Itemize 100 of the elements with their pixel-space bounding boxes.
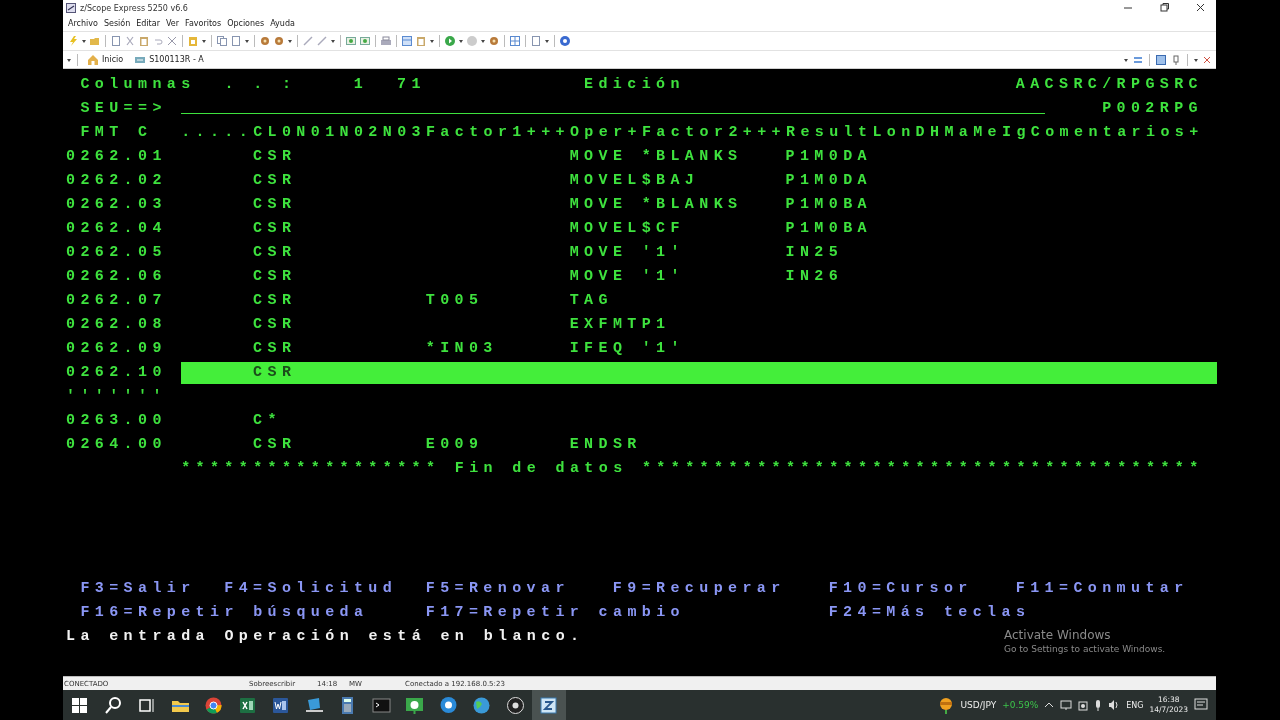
sequence-number: 0262.03: [66, 196, 167, 214]
source-line[interactable]: 0262.02 CSR MOVEL$BAJ P1M0DA: [66, 170, 1218, 192]
source-line[interactable]: 0262.03 CSR MOVE *BLANKS P1M0BA: [66, 194, 1218, 216]
operation: MOVEL: [569, 220, 642, 238]
function-key-hint: F17=Repetir cambio: [425, 604, 685, 622]
menu-item[interactable]: Ver: [165, 19, 179, 28]
spec-type: CSR: [253, 196, 297, 214]
command-prompt: SEU==>: [80, 100, 167, 118]
tab[interactable]: S100113R - A: [130, 52, 208, 67]
operation: MOVE: [569, 148, 628, 166]
sequence-number: 0263.00: [66, 412, 167, 430]
function-key-hint: F10=Cursor: [828, 580, 973, 598]
network-icon[interactable]: [1060, 699, 1073, 711]
sequence-number: 0262.04: [66, 220, 167, 238]
source-line[interactable]: 0262.09 CSR *IN03 IFEQ '1': [66, 338, 1218, 360]
image-icon[interactable]: [359, 35, 371, 47]
printer-icon[interactable]: [380, 35, 392, 47]
speaker-icon[interactable]: [1108, 699, 1121, 711]
sequence-number: 0262.10: [66, 364, 167, 382]
spec-type: CSR: [253, 148, 297, 166]
source-line[interactable]: 0263.00 C*: [66, 410, 1218, 432]
help-icon[interactable]: [559, 35, 571, 47]
window-icon[interactable]: [401, 35, 413, 47]
camera-icon[interactable]: [1078, 699, 1089, 711]
factor-two: *BLANKS: [641, 196, 743, 214]
microphone-icon[interactable]: [1094, 699, 1103, 711]
source-line[interactable]: 0262.08 CSR EXFMTP1: [66, 314, 1218, 336]
spec-type: CSR: [253, 244, 297, 262]
coin-icon[interactable]: [938, 696, 955, 714]
function-key-hint: F5=Renovar: [425, 580, 570, 598]
sequence-number: 0262.06: [66, 268, 167, 286]
clipboard-icon[interactable]: [138, 35, 150, 47]
factor-two: $BAJ: [641, 172, 700, 190]
sequence-number: 0264.00: [66, 436, 167, 454]
function-key-hint: F4=Solicitud: [224, 580, 398, 598]
notification-icon[interactable]: [1194, 698, 1208, 712]
sequence-number: ''''''': [66, 388, 167, 406]
source-line[interactable]: 0262.01 CSR MOVE *BLANKS P1M0DA: [66, 146, 1218, 168]
field-label: Columnas . . :: [80, 76, 297, 94]
menu-item[interactable]: Opciones: [227, 19, 265, 28]
menu-item[interactable]: Editar: [136, 19, 160, 28]
source-line[interactable]: 0262.07 CSR T005 TAG: [66, 290, 1218, 312]
result-field: P1M0DA: [785, 148, 872, 166]
operation: MOVEL: [569, 172, 642, 190]
activation-notice: Activate Windows: [1004, 628, 1112, 643]
source-file: AACSRC/RPGSRC: [1015, 76, 1203, 94]
pin-icon[interactable]: [1170, 53, 1182, 66]
source-line[interactable]: ''''''': [66, 386, 1218, 408]
source-line[interactable]: 0264.00 CSR E009 ENDSR: [66, 434, 1218, 456]
grid-icon[interactable]: [1155, 53, 1167, 66]
menu-item[interactable]: Favoritos: [185, 19, 222, 28]
spec-type: CSR: [253, 436, 297, 454]
column-to: 71: [397, 76, 426, 94]
menu-item[interactable]: Archivo: [68, 19, 98, 28]
ticker-symbol[interactable]: USD/JPY: [960, 700, 997, 710]
clipboard-icon[interactable]: [415, 35, 427, 47]
source-line[interactable]: 0262.04 CSR MOVEL$CF P1M0BA: [66, 218, 1218, 240]
status-message: La entrada Operación está en blanco.: [66, 628, 585, 646]
page-icon[interactable]: [110, 35, 122, 47]
factor-one: *IN03: [425, 340, 498, 358]
sequence-number: 0262.07: [66, 292, 167, 310]
window-title: z/Scope Express 5250 v6.6: [80, 3, 188, 13]
factor-one: T005: [425, 292, 484, 310]
factor-two: *BLANKS: [641, 148, 743, 166]
menu-item[interactable]: Sesión: [103, 19, 131, 28]
operation: MOVE: [569, 196, 628, 214]
function-key-hint: F9=Recuperar: [612, 580, 786, 598]
activation-hint: Go to Settings to activate Windows.: [1004, 643, 1166, 656]
home-icon: [87, 53, 99, 66]
spec-type: C*: [253, 412, 282, 430]
image-icon[interactable]: [345, 35, 357, 47]
operation: MOVE: [569, 268, 628, 286]
spec-type: CSR: [253, 268, 297, 286]
spec-type: CSR: [253, 364, 297, 382]
spec-type: CSR: [253, 220, 297, 238]
menu-item[interactable]: Ayuda: [270, 19, 295, 28]
sequence-number: 0262.05: [66, 244, 167, 262]
sequence-number: 0262.09: [66, 340, 167, 358]
copy-icon[interactable]: [216, 35, 228, 47]
function-key-hint: F3=Salir: [80, 580, 196, 598]
language-indicator[interactable]: ENG: [1126, 700, 1144, 710]
source-line[interactable]: 0262.10 CSR: [66, 362, 1218, 384]
source-line[interactable]: 0262.05 CSR MOVE '1' IN25: [66, 242, 1218, 264]
member-name: P002RPG: [1102, 100, 1203, 118]
column-from: 1: [353, 76, 369, 94]
result-field: P1M0DA: [785, 172, 872, 190]
factor-two: $CF: [641, 220, 685, 238]
sequence-number: 0262.01: [66, 148, 167, 166]
source-line[interactable]: 0262.06 CSR MOVE '1' IN26: [66, 266, 1218, 288]
tab[interactable]: Inicio: [83, 52, 128, 67]
result-field: IN25: [785, 244, 844, 262]
operation: TAG: [569, 292, 613, 310]
result-field: IN26: [785, 268, 844, 286]
chevron-up-icon[interactable]: [1044, 700, 1055, 710]
clipboard-icon[interactable]: [187, 35, 199, 47]
factor-two: '1': [641, 268, 685, 286]
sequence-number: 0262.02: [66, 172, 167, 190]
function-key-hint: F16=Repetir búsqueda: [80, 604, 369, 622]
grid-icon[interactable]: [509, 35, 521, 47]
operation: EXFMTP1: [569, 316, 671, 334]
